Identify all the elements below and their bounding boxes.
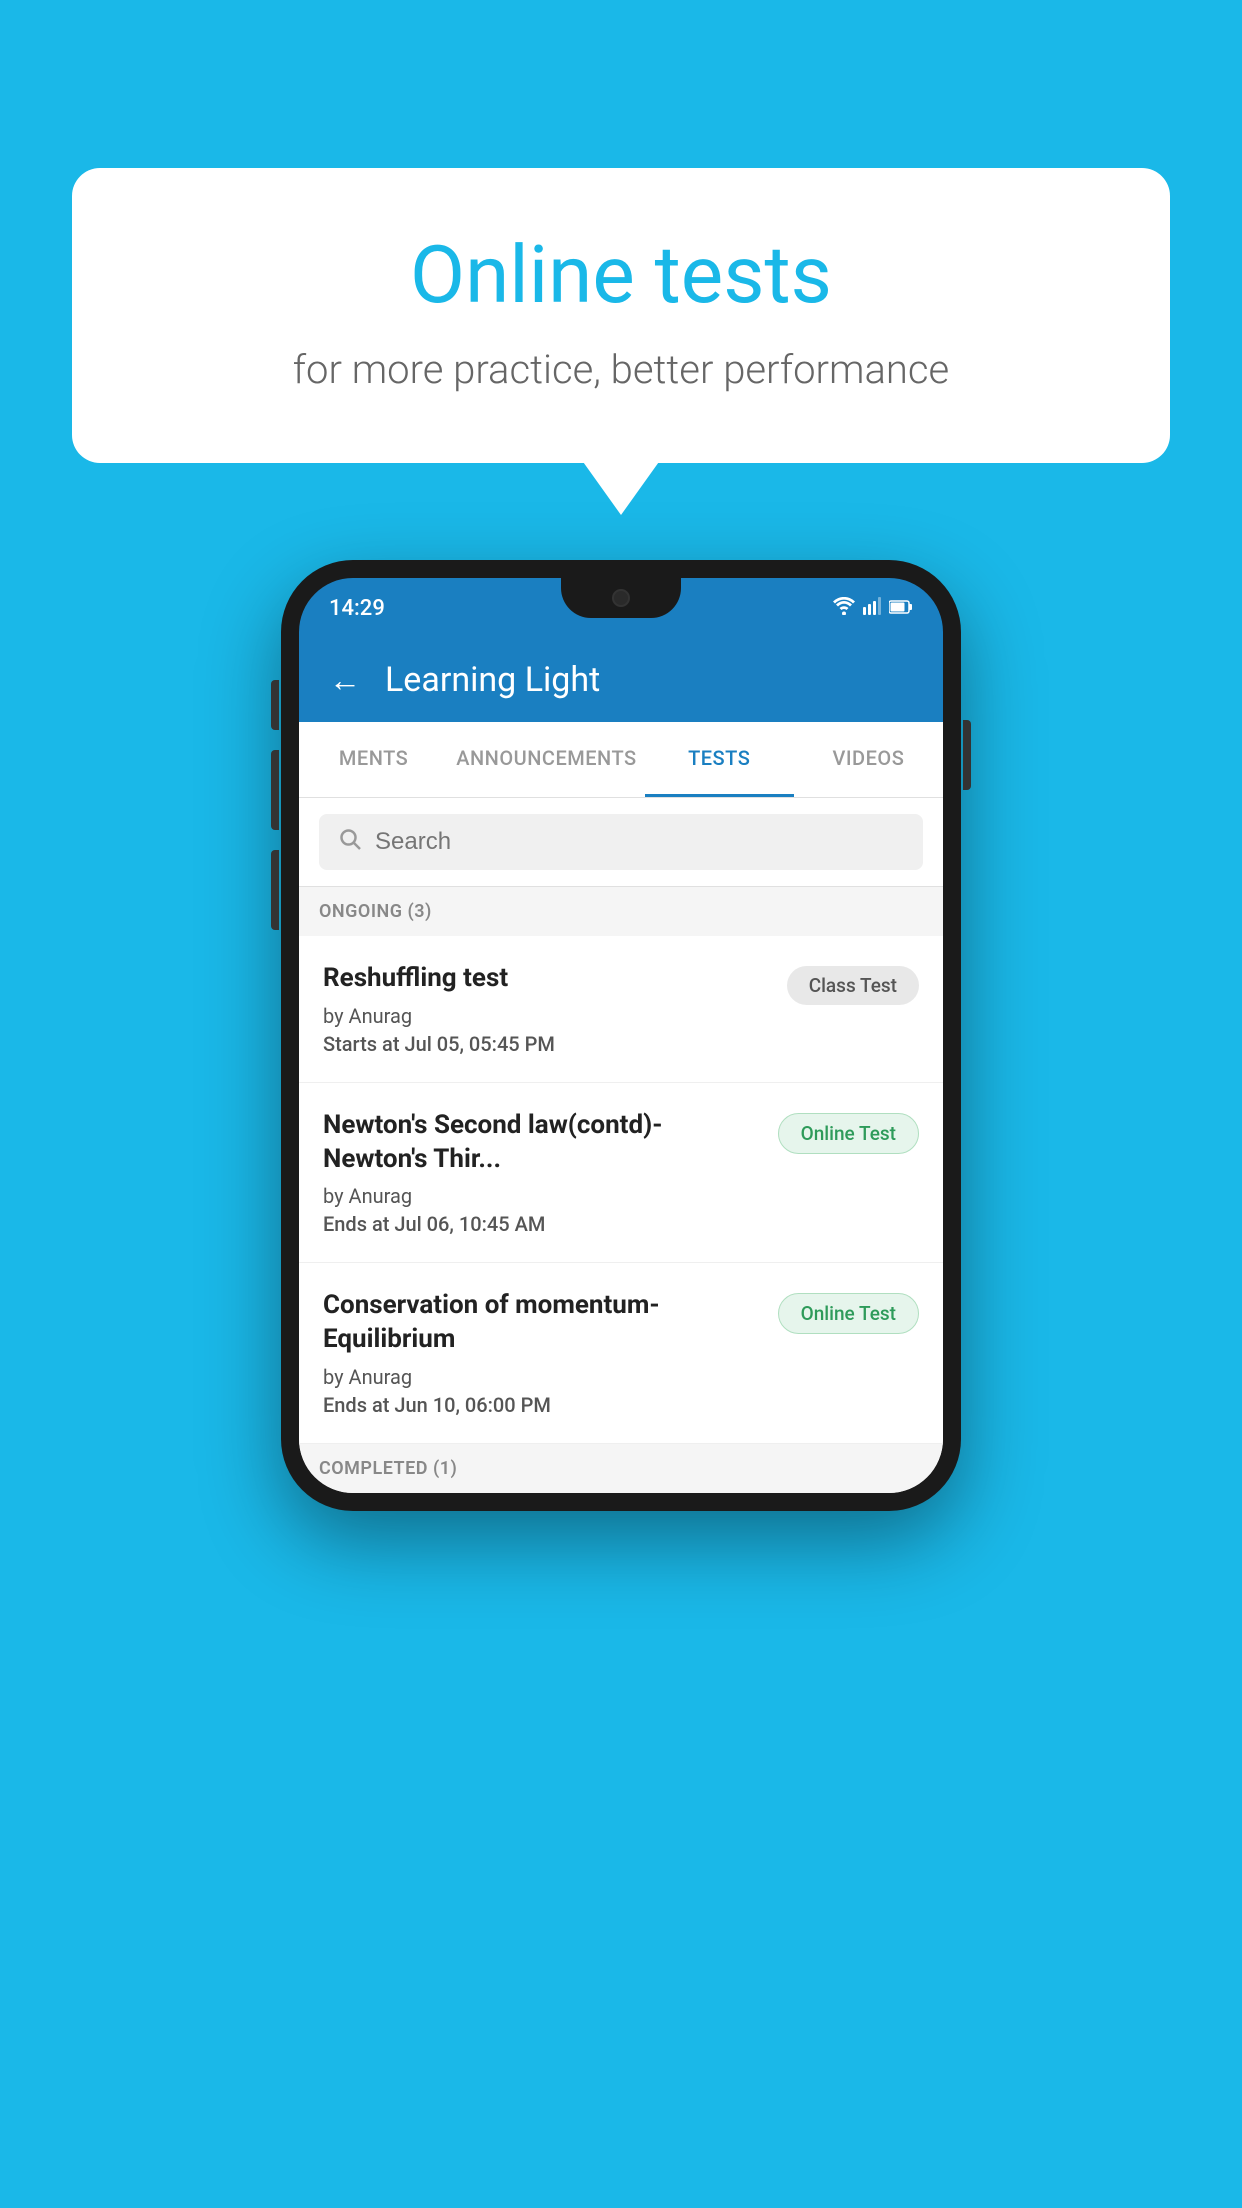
tab-videos[interactable]: VIDEOS: [794, 722, 943, 797]
power-button: [963, 720, 971, 790]
test-author-3: by Anurag: [323, 1365, 762, 1389]
status-icons: [833, 597, 913, 620]
test-name-1: Reshuffling test: [323, 962, 771, 996]
camera-dot: [612, 589, 630, 607]
bubble-title: Online tests: [152, 228, 1090, 322]
test-author-2: by Anurag: [323, 1184, 762, 1208]
notch: [561, 578, 681, 618]
volume-up-button: [271, 750, 279, 830]
signal-icon: [863, 597, 881, 620]
back-button[interactable]: ←: [329, 661, 361, 699]
search-icon: [339, 828, 361, 856]
status-time: 14:29: [329, 596, 385, 621]
tabs-bar: MENTS ANNOUNCEMENTS TESTS VIDEOS: [299, 722, 943, 798]
test-name-3: Conservation of momentum-Equilibrium: [323, 1289, 762, 1357]
test-author-1: by Anurag: [323, 1004, 771, 1028]
test-time-3: Ends at Jun 10, 06:00 PM: [323, 1393, 762, 1417]
app-title: Learning Light: [385, 660, 600, 700]
ongoing-section-label: ONGOING (3): [299, 887, 943, 936]
test-info-2: Newton's Second law(contd)-Newton's Thir…: [323, 1109, 762, 1237]
search-box[interactable]: [319, 814, 923, 870]
test-info-3: Conservation of momentum-Equilibrium by …: [323, 1289, 762, 1417]
test-item-1[interactable]: Reshuffling test by Anurag Starts at Jul…: [299, 936, 943, 1083]
badge-online-test-2: Online Test: [778, 1113, 919, 1154]
test-item-2[interactable]: Newton's Second law(contd)-Newton's Thir…: [299, 1083, 943, 1264]
battery-icon: [889, 598, 913, 619]
phone-screen: ← Learning Light MENTS ANNOUNCEMENTS TES…: [299, 638, 943, 1493]
test-name-2: Newton's Second law(contd)-Newton's Thir…: [323, 1109, 762, 1177]
badge-online-test-3: Online Test: [778, 1293, 919, 1334]
volume-mute-button: [271, 680, 279, 730]
test-time-1: Starts at Jul 05, 05:45 PM: [323, 1032, 771, 1056]
test-time-2: Ends at Jul 06, 10:45 AM: [323, 1212, 762, 1236]
test-item-3[interactable]: Conservation of momentum-Equilibrium by …: [299, 1263, 943, 1444]
test-info-1: Reshuffling test by Anurag Starts at Jul…: [323, 962, 771, 1056]
tab-tests[interactable]: TESTS: [645, 722, 794, 797]
phone-frame: 14:29: [281, 560, 961, 1511]
search-container: [299, 798, 943, 887]
test-list: Reshuffling test by Anurag Starts at Jul…: [299, 936, 943, 1444]
wifi-icon: [833, 597, 855, 620]
volume-down-button: [271, 850, 279, 930]
phone-outer: 14:29: [281, 560, 961, 1511]
speech-bubble: Online tests for more practice, better p…: [72, 168, 1170, 463]
tab-announcements[interactable]: ANNOUNCEMENTS: [448, 722, 644, 797]
status-bar: 14:29: [299, 578, 943, 638]
search-input[interactable]: [375, 828, 903, 856]
tab-ments[interactable]: MENTS: [299, 722, 448, 797]
completed-section-label: COMPLETED (1): [299, 1444, 943, 1493]
bubble-subtitle: for more practice, better performance: [152, 346, 1090, 393]
app-header: ← Learning Light: [299, 638, 943, 722]
badge-class-test-1: Class Test: [787, 966, 919, 1005]
